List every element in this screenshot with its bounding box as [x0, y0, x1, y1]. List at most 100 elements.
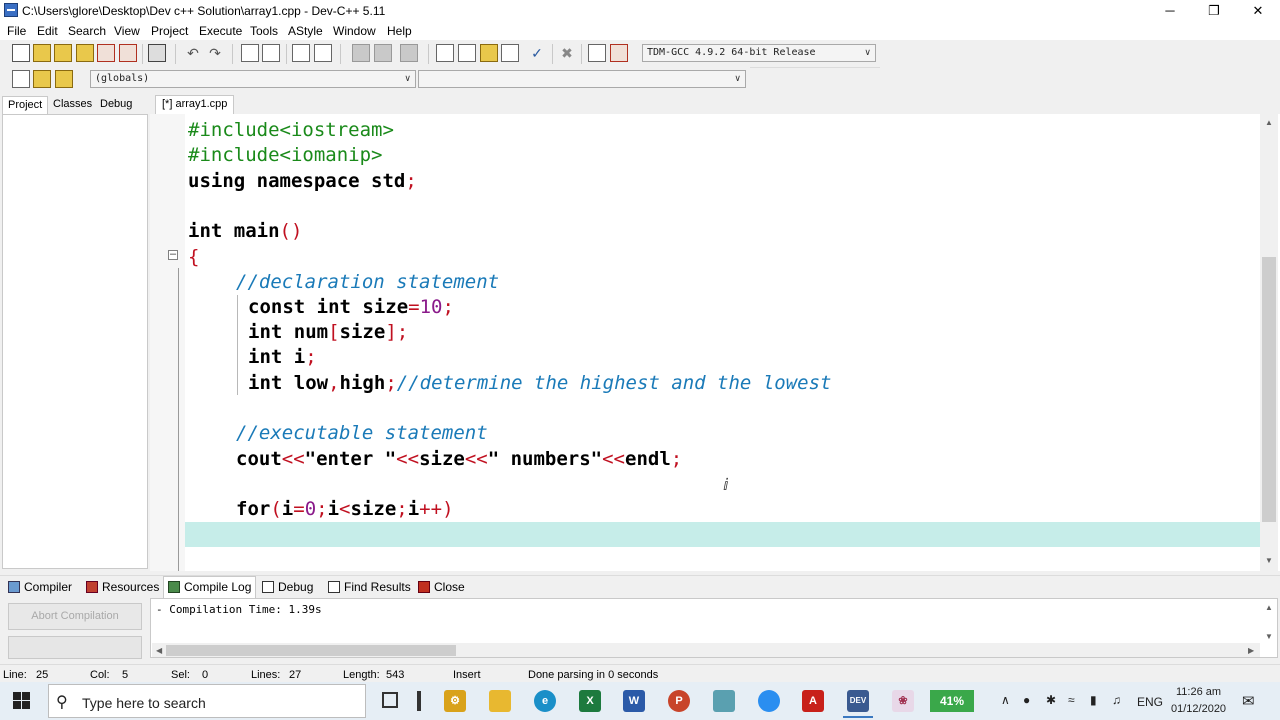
close-all-icon[interactable]	[119, 44, 137, 62]
delete-profile-icon[interactable]	[610, 44, 628, 62]
devcpp-taskbar-icon[interactable]: DEV	[847, 690, 869, 712]
compiler-select[interactable]: TDM-GCC 4.9.2 64-bit Release ∨	[642, 44, 876, 62]
status-length: 543	[386, 669, 405, 681]
status-mode: Insert	[453, 669, 481, 681]
run-icon[interactable]	[458, 44, 476, 62]
maximize-button[interactable]: ❐	[1192, 0, 1236, 21]
menu-astyle[interactable]: AStyle	[288, 24, 323, 38]
minimize-button[interactable]: ─	[1148, 0, 1192, 21]
menu-tools[interactable]: Tools	[250, 24, 278, 38]
snipping-tool-icon[interactable]: ❀	[892, 690, 914, 712]
redo-icon[interactable]: ↷	[206, 44, 224, 62]
tab-project[interactable]: Project	[2, 96, 49, 114]
profile-chart-icon[interactable]	[588, 44, 606, 62]
globals-select-value: (globals)	[95, 73, 150, 84]
menu-search[interactable]: Search	[68, 24, 106, 38]
tab-find-results[interactable]: Find Results	[328, 579, 411, 597]
menu-edit[interactable]: Edit	[37, 24, 58, 38]
tab-resources[interactable]: Resources	[86, 579, 159, 597]
goto-definition-icon[interactable]	[55, 70, 73, 88]
wifi-icon[interactable]: ≈	[1068, 693, 1075, 707]
word-icon[interactable]: W	[623, 690, 645, 712]
code-line-14: cout<<"enter "<<size<<" numbers"<<endl;	[236, 447, 682, 471]
menu-help[interactable]: Help	[387, 24, 412, 38]
undo-icon[interactable]: ↶	[184, 44, 202, 62]
tab-compile-log[interactable]: Compile Log	[163, 576, 257, 599]
menu-window[interactable]: Window	[333, 24, 376, 38]
save-icon[interactable]	[54, 44, 72, 62]
battery-tray-icon[interactable]: ▮	[1090, 693, 1097, 707]
windows-start-icon[interactable]	[13, 692, 30, 709]
toggle-comment-icon[interactable]	[400, 44, 418, 62]
unindent-icon[interactable]	[352, 44, 370, 62]
log-scroll-down-icon[interactable]: ▼	[1265, 632, 1273, 641]
tab-array1-cpp[interactable]: [*] array1.cpp	[155, 95, 235, 115]
log-scroll-up-icon[interactable]: ▲	[1265, 603, 1273, 612]
menu-project[interactable]: Project	[151, 24, 188, 38]
new-file-icon[interactable]	[12, 44, 30, 62]
clock-date[interactable]: 01/12/2020	[1171, 703, 1226, 715]
tab-close[interactable]: Close	[418, 579, 465, 597]
powerpoint-icon[interactable]: P	[668, 690, 690, 712]
menu-file[interactable]: File	[7, 24, 26, 38]
toggle-bookmark-icon[interactable]	[314, 44, 332, 62]
fold-collapse-icon[interactable]: –	[168, 249, 178, 260]
print-icon[interactable]	[148, 44, 166, 62]
clock-time[interactable]: 11:26 am	[1176, 686, 1221, 698]
save-all-icon[interactable]	[76, 44, 94, 62]
close-file-icon[interactable]	[97, 44, 115, 62]
toolbar-separator	[175, 44, 176, 64]
goto-declaration-icon[interactable]	[33, 70, 51, 88]
operator: =	[293, 498, 305, 520]
acrobat-reader-icon[interactable]: A	[802, 690, 824, 712]
indent-icon[interactable]	[374, 44, 392, 62]
file-explorer-icon[interactable]	[489, 690, 511, 712]
globals-select[interactable]: (globals) ∨	[90, 70, 416, 88]
edge-browser-icon[interactable]: e	[534, 690, 556, 712]
status-bar: Line: 25 Col: 5 Sel: 0 Lines: 27 Length:…	[0, 664, 1280, 683]
horizontal-scroll-thumb[interactable]	[166, 645, 456, 656]
insert-icon[interactable]	[12, 70, 30, 88]
volume-icon[interactable]: ♫	[1112, 693, 1121, 707]
find-icon[interactable]	[241, 44, 259, 62]
scroll-down-arrow-icon[interactable]: ▼	[1265, 556, 1273, 565]
tab-classes[interactable]: Classes	[48, 96, 97, 114]
rebuild-all-icon[interactable]	[501, 44, 519, 62]
replace-icon[interactable]	[262, 44, 280, 62]
member-select[interactable]: ∨	[418, 70, 746, 88]
battery-indicator[interactable]: 41%	[930, 690, 974, 712]
tab-debug-bottom[interactable]: Debug	[262, 579, 313, 597]
tab-debug-left[interactable]: Debug	[95, 96, 137, 114]
compile-run-icon[interactable]	[480, 44, 498, 62]
open-folder-icon[interactable]	[33, 44, 51, 62]
scroll-up-arrow-icon[interactable]: ▲	[1265, 118, 1273, 127]
zoom-icon[interactable]	[758, 690, 780, 712]
stop-execution-icon[interactable]: ✖	[558, 44, 576, 62]
app-settings-gear-icon[interactable]: ⚙	[444, 690, 466, 712]
show-hidden-icons-icon[interactable]: ∧	[1001, 693, 1010, 707]
bluetooth-icon[interactable]: ✱	[1046, 693, 1056, 707]
notifications-icon[interactable]: ✉	[1242, 692, 1255, 710]
menu-view[interactable]: View	[114, 24, 140, 38]
scroll-left-arrow-icon[interactable]: ◀	[156, 646, 162, 655]
abort-compilation-button[interactable]: Abort Compilation	[8, 603, 142, 630]
close-window-button[interactable]: ✕	[1236, 0, 1280, 21]
microphone-icon[interactable]: ●	[1023, 693, 1030, 707]
excel-icon[interactable]: X	[579, 690, 601, 712]
vertical-scroll-thumb[interactable]	[1262, 257, 1276, 522]
code-line-16: for(i=0;i<size;i++)	[236, 497, 454, 521]
tab-compiler-label: Compiler	[24, 580, 73, 594]
syntax-check-icon[interactable]: ✓	[528, 44, 546, 62]
class-toolbar: (globals) ∨ ∨	[0, 67, 750, 93]
compile-icon[interactable]	[436, 44, 454, 62]
menu-execute[interactable]: Execute	[199, 24, 242, 38]
toolbar-separator	[552, 44, 553, 64]
notes-app-icon[interactable]	[713, 690, 735, 712]
tab-compiler[interactable]: Compiler	[8, 579, 72, 597]
language-indicator[interactable]: ENG	[1137, 695, 1163, 709]
operator: [	[328, 321, 340, 343]
task-view-icon[interactable]	[382, 692, 398, 708]
status-message: Done parsing in 0 seconds	[528, 669, 659, 681]
goto-line-icon[interactable]	[292, 44, 310, 62]
scroll-right-arrow-icon[interactable]: ▶	[1248, 646, 1254, 655]
